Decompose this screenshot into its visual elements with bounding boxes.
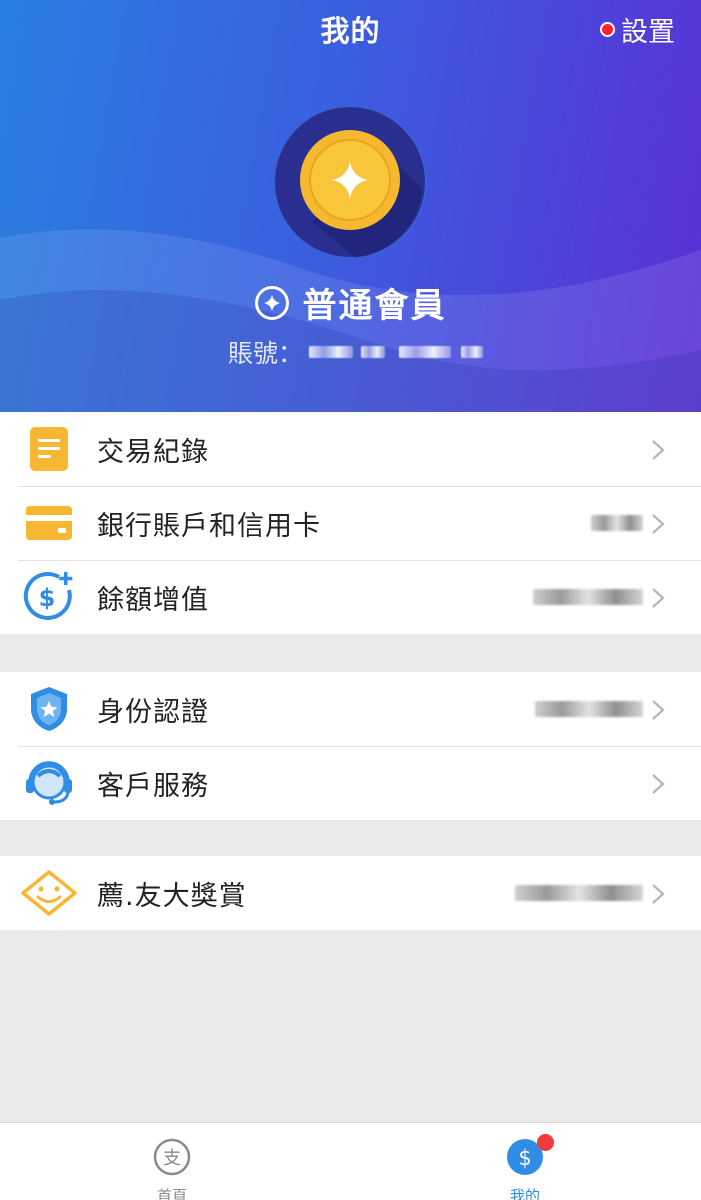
menu-group-verification: 身份認證 客戶服務: [0, 672, 701, 820]
account-number-redacted: [461, 346, 484, 358]
member-badge-icon: [273, 105, 427, 259]
menu-item-label: 交易紀錄: [97, 436, 209, 468]
home-tab-icon: 支: [153, 1138, 191, 1176]
tab-home-label: 首頁: [156, 1187, 187, 1200]
dollar-plus-icon: $: [20, 571, 78, 621]
account-line: 賬號：: [228, 334, 484, 370]
svg-text:支: 支: [163, 1148, 181, 1169]
chevron-right-icon: [652, 514, 665, 534]
menu-item-top-up[interactable]: $ 餘額增值: [0, 560, 701, 634]
menu-item-customer-service[interactable]: 客戶服務: [0, 746, 701, 820]
chevron-right-icon: [652, 884, 665, 904]
svg-text:$: $: [518, 1146, 531, 1170]
menu-item-bank-cards[interactable]: 銀行賬戶和信用卡: [0, 486, 701, 560]
menu-item-label: 薦.友大獎賞: [97, 880, 247, 912]
notification-badge: [537, 1134, 554, 1151]
settings-label: 設置: [621, 17, 675, 48]
menu-item-identity[interactable]: 身份認證: [0, 672, 701, 746]
chevron-right-icon: [652, 700, 665, 720]
chevron-right-icon: [652, 588, 665, 608]
member-level: 普通會員: [0, 278, 701, 327]
bank-card-value-redacted: [591, 515, 643, 531]
tab-home[interactable]: 支 首頁: [142, 1137, 202, 1200]
identity-status-redacted: [535, 701, 643, 717]
referral-value-redacted: [515, 885, 643, 901]
card-icon: [20, 499, 78, 547]
member-level-label: 普通會員: [302, 286, 447, 326]
menu-group-rewards: 薦.友大獎賞: [0, 856, 701, 930]
shield-star-icon: [20, 685, 78, 733]
account-label: 賬號：: [228, 339, 304, 368]
tab-mine-label: 我的: [509, 1187, 540, 1200]
bottom-tab-bar: 支 首頁 $ 我的: [0, 1122, 701, 1200]
chevron-right-icon: [652, 774, 665, 794]
settings-button[interactable]: 設置: [600, 10, 675, 49]
menu-item-label: 銀行賬戶和信用卡: [97, 510, 321, 542]
account-number-redacted: [399, 346, 452, 358]
account-number-redacted: [309, 346, 354, 358]
svg-text:$: $: [39, 584, 56, 612]
account-number-redacted: [361, 346, 386, 358]
document-icon: [20, 425, 78, 473]
smile-diamond-icon: [20, 869, 78, 917]
chevron-right-icon: [652, 440, 665, 460]
menu-item-label: 身份認證: [97, 696, 209, 728]
headset-icon: [20, 759, 78, 807]
menu-item-label: 餘額增值: [97, 584, 209, 616]
menu-item-label: 客戶服務: [97, 770, 209, 802]
profile-header: 我的 設置 普通會員 賬號：: [0, 0, 701, 412]
add-circle-icon: [254, 285, 289, 320]
menu-group-account: 交易紀錄 銀行賬戶和信用卡 $ 餘額增值: [0, 412, 701, 634]
tab-mine[interactable]: $ 我的: [495, 1134, 555, 1200]
balance-value-redacted: [533, 589, 643, 605]
menu-item-transactions[interactable]: 交易紀錄: [0, 412, 701, 486]
menu-item-referral-rewards[interactable]: 薦.友大獎賞: [0, 856, 701, 930]
page-title: 我的: [320, 14, 381, 48]
notification-dot-icon: [600, 22, 615, 37]
